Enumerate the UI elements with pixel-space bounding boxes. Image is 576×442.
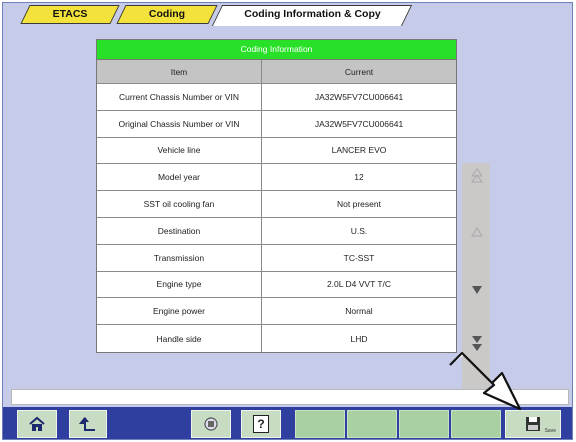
back-button[interactable] (69, 410, 107, 438)
toolbar-slot-4[interactable] (451, 410, 501, 438)
column-header-current: Current (344, 66, 374, 77)
table-row: SST oil cooling fan Not present (97, 191, 456, 218)
row-item: Handle side (97, 325, 262, 352)
row-item: Model year (97, 164, 262, 191)
tab-etacs[interactable]: ETACS (20, 5, 120, 24)
table-row: Original Chassis Number or VIN JA32W5FV7C… (97, 110, 456, 138)
table-title: Coding Information (97, 40, 456, 60)
column-header-item: Item (97, 60, 262, 83)
row-item: Vehicle line (97, 137, 262, 164)
save-button[interactable]: Save (505, 410, 561, 438)
toolbar-slot-2[interactable] (347, 410, 397, 438)
row-item: Original Chassis Number or VIN (97, 110, 262, 137)
app-window: ETACS Coding Coding Information & Copy C… (2, 2, 573, 440)
tab-bar: ETACS Coding Coding Information & Copy (3, 3, 572, 27)
row-item: Current Chassis Number or VIN (97, 84, 262, 110)
table-header-row: Item Current (97, 60, 456, 84)
table-row: Model year 12 (97, 164, 456, 192)
table-row: Current Chassis Number or VIN JA32W5FV7CU… (97, 84, 456, 111)
callout-arrow-icon (449, 351, 522, 411)
row-current-value: TC-SST (343, 252, 375, 263)
back-icon (79, 417, 95, 431)
print-button[interactable] (191, 410, 231, 438)
row-current-value: JA32W5FV7CU006641 (314, 118, 404, 129)
row-item: Transmission (97, 244, 262, 271)
tab-coding[interactable]: Coding (116, 5, 218, 24)
row-current-value: 12 (354, 172, 364, 183)
row-item: Engine type (97, 271, 262, 298)
tab-coding-information-copy-label: Coding Information & Copy (244, 8, 381, 20)
row-current-value: JA32W5FV7CU006641 (314, 91, 404, 102)
help-button[interactable]: ? (241, 410, 281, 438)
row-current-value: Not present (337, 199, 381, 210)
save-label: Save (544, 428, 556, 434)
scroll-up-icon[interactable] (468, 223, 486, 241)
table-row: Engine type 2.0L D4 VVT T/C (97, 271, 456, 299)
home-icon (29, 416, 45, 431)
table-row: Transmission TC-SST (97, 244, 456, 272)
row-item: Destination (97, 217, 262, 244)
print-icon (204, 417, 218, 431)
table-row: Vehicle line LANCER EVO (97, 137, 456, 165)
help-label: ? (257, 417, 265, 431)
row-current-value: LHD (350, 333, 368, 344)
toolbar-slot-3[interactable] (399, 410, 449, 438)
tab-coding-information-copy[interactable]: Coding Information & Copy (211, 5, 413, 26)
row-current-value: 2.0L D4 VVT T/C (326, 279, 392, 290)
table-row: Handle side LHD (97, 325, 456, 352)
row-current-value: Normal (345, 306, 373, 317)
scroll-down-icon[interactable] (468, 281, 486, 299)
coding-information-table: Coding Information Item Current Current … (96, 39, 457, 353)
row-item: SST oil cooling fan (97, 191, 262, 217)
tab-coding-label: Coding (148, 8, 186, 20)
save-icon (526, 417, 540, 431)
help-icon: ? (253, 415, 269, 433)
tab-etacs-label: ETACS (52, 8, 88, 20)
table-row: Engine power Normal (97, 298, 456, 326)
row-current-value: U.S. (350, 225, 368, 236)
home-button[interactable] (17, 410, 57, 438)
toolbar-slot-1[interactable] (295, 410, 345, 438)
row-current-value: LANCER EVO (331, 145, 387, 156)
page-up-icon[interactable] (468, 167, 486, 185)
row-item: Engine power (97, 298, 262, 325)
table-row: Destination U.S. (97, 217, 456, 245)
